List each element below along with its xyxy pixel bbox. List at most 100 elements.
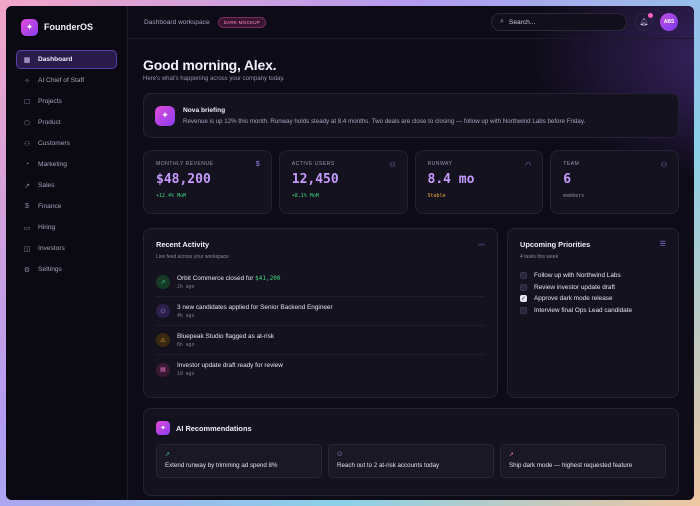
search-input[interactable]: ⌕ Search...: [491, 13, 627, 31]
mockup-badge: DARK MOCKUP: [217, 16, 267, 28]
list-item[interactable]: ⚇ 3 new candidates applied for Senior Ba…: [156, 297, 485, 326]
task-checkbox[interactable]: [520, 272, 527, 280]
gear-icon: ⚙: [23, 266, 31, 274]
task-checkbox-checked[interactable]: ✓: [520, 295, 527, 303]
folder-icon: ☐: [23, 98, 31, 106]
list-icon: ☰: [659, 241, 666, 248]
recommendation-text: Extend runway by trimming ad spend 8%: [165, 462, 278, 469]
briefing-title: Nova briefing: [183, 106, 226, 114]
sidebar-item-sales[interactable]: ↗ Sales: [16, 176, 117, 195]
sidebar: ✦ FounderOS ▦ Dashboard ✧ AI Chief of St…: [6, 6, 128, 500]
list-item[interactable]: ▤ Investor update draft ready for review…: [156, 355, 485, 384]
stat-label: MONTHLY REVENUE: [156, 161, 214, 167]
pulse-icon: 〰: [478, 242, 485, 249]
rocket-icon: ➚: [509, 452, 515, 458]
briefcase-icon: ▭: [23, 224, 31, 232]
sidebar-item-marketing[interactable]: ◔ Marketing: [16, 155, 117, 174]
recommendation-card[interactable]: ↗ Extend runway by trimming ad spend 8%: [156, 444, 322, 478]
sparkle-icon: ✦: [156, 421, 170, 435]
activity-time: 2h ago: [177, 284, 195, 290]
task-checkbox[interactable]: [520, 306, 527, 314]
page-title: Good morning, Alex.: [143, 57, 277, 73]
users-icon: ⚇: [389, 162, 396, 169]
sidebar-item-dashboard[interactable]: ▦ Dashboard: [16, 50, 117, 69]
activity-list: ↗ Orbit Commerce closed for $41,200 2h a…: [156, 268, 485, 384]
sparkle-icon: ✦: [155, 105, 175, 126]
topbar: Dashboard workspace DARK MOCKUP ⌕ Search…: [128, 6, 694, 39]
recommendation-card[interactable]: ➚ Ship dark mode — highest requested fea…: [500, 444, 666, 478]
section-title: AI Recommendations: [176, 423, 252, 433]
stat-delta: +8.1% MoM: [291, 193, 319, 199]
task-checkbox[interactable]: [520, 283, 527, 291]
activity-text: Investor update draft ready for review: [177, 362, 283, 369]
stats-row: MONTHLY REVENUE $ $48,200 +12.4% MoM ACT…: [143, 150, 679, 214]
stat-card-runway[interactable]: RUNWAY ◠ 8.4 mo Stable: [414, 150, 544, 214]
activity-time: 1d ago: [177, 372, 195, 377]
stat-value: 6: [563, 172, 572, 187]
avatar[interactable]: ABS: [660, 13, 678, 31]
brand[interactable]: ✦ FounderOS: [21, 18, 117, 36]
sparkle-icon: ✧: [24, 77, 30, 85]
users-icon: ⚇: [337, 452, 343, 458]
nova-briefing-card: ✦ Nova briefing Revenue is up 12% this m…: [143, 93, 679, 138]
sidebar-item-product[interactable]: ⬡ Product: [16, 113, 117, 132]
sidebar-item-investors[interactable]: ◫ Investors: [16, 239, 117, 258]
search-placeholder: Search...: [508, 18, 536, 26]
brand-name: FounderOS: [44, 22, 93, 32]
megaphone-icon: ◔: [24, 161, 30, 168]
search-icon: ⌕: [500, 18, 504, 25]
stat-card-active-users[interactable]: ACTIVE USERS ⚇ 12,450 +8.1% MoM: [278, 150, 408, 214]
recommendation-card[interactable]: ⚇ Reach out to 2 at-risk accounts today: [328, 444, 494, 478]
grid-icon: ▦: [23, 56, 31, 64]
dashboard-content: Good morning, Alex. Here's what's happen…: [128, 57, 694, 496]
document-icon: ▤: [156, 362, 170, 377]
activity-priorities-row: Recent Activity Live feed across your wo…: [143, 228, 679, 398]
stat-delta: +12.4% MoM: [156, 193, 187, 199]
task-label: Follow up with Northwind Labs: [534, 272, 621, 280]
stat-card-monthly-revenue[interactable]: MONTHLY REVENUE $ $48,200 +12.4% MoM: [143, 150, 272, 214]
warning-icon: ⚠: [156, 333, 170, 347]
list-item[interactable]: ⚠ Bluepeak Studio flagged as at-risk 6h …: [156, 326, 485, 355]
task-label: Approve dark mode release: [534, 295, 613, 303]
section-title: Upcoming Priorities: [520, 240, 591, 249]
recommendation-text: Ship dark mode — highest requested featu…: [509, 462, 633, 469]
list-item[interactable]: ↗ Orbit Commerce closed for $41,200 2h a…: [156, 268, 485, 297]
sidebar-item-finance[interactable]: $ Finance: [16, 197, 117, 216]
activity-time: 6h ago: [177, 342, 195, 348]
notification-dot: [648, 13, 653, 18]
sidebar-item-label: Customers: [38, 140, 70, 147]
sidebar-item-label: Settings: [38, 266, 62, 273]
sidebar-nav: ▦ Dashboard ✧ AI Chief of Staff ☐ Projec…: [16, 50, 117, 279]
sidebar-item-customers[interactable]: ⚇ Customers: [16, 134, 117, 153]
ai-recommendations-card: ✦ AI Recommendations ↗ Extend runway by …: [143, 408, 679, 496]
section-title: Recent Activity: [156, 240, 210, 249]
sidebar-item-settings[interactable]: ⚙ Settings: [16, 260, 117, 279]
list-item: Review investor update draft: [520, 282, 666, 294]
recommendation-list: ↗ Extend runway by trimming ad spend 8% …: [156, 444, 666, 478]
users-icon: ⚇: [156, 304, 170, 318]
sidebar-item-label: AI Chief of Staff: [38, 77, 85, 84]
investor-icon: ◫: [23, 245, 31, 253]
stat-label: ACTIVE USERS: [291, 161, 335, 167]
stat-card-team[interactable]: TEAM ⚇ 6 members: [550, 150, 679, 214]
stat-delta: Stable: [427, 193, 446, 199]
gauge-icon: ◠: [525, 162, 532, 169]
activity-text: Orbit Commerce closed for $41,200: [177, 274, 281, 282]
stat-delta: members: [563, 193, 585, 199]
recommendation-text: Reach out to 2 at-risk accounts today: [337, 462, 440, 469]
main-area: Dashboard workspace DARK MOCKUP ⌕ Search…: [128, 6, 694, 500]
cube-icon: ⬡: [23, 119, 31, 127]
trend-icon: ↗: [156, 275, 170, 289]
sidebar-item-label: Hiring: [38, 224, 56, 231]
notifications-button[interactable]: 🔔︎: [635, 13, 653, 31]
sidebar-item-label: Investors: [38, 245, 65, 252]
app-window: ✦ FounderOS ▦ Dashboard ✧ AI Chief of St…: [6, 6, 694, 500]
sidebar-item-hiring[interactable]: ▭ Hiring: [16, 218, 117, 237]
activity-text: 3 new candidates applied for Senior Back…: [177, 303, 333, 311]
page-subtitle: Here's what's happening across your comp…: [143, 76, 285, 82]
list-item: ✓ Approve dark mode release: [520, 293, 666, 305]
sidebar-item-ai-chief-of-staff[interactable]: ✧ AI Chief of Staff: [16, 71, 117, 90]
sidebar-item-projects[interactable]: ☐ Projects: [16, 92, 117, 111]
stat-value: 8.4 mo: [427, 172, 475, 187]
trend-icon: ↗: [165, 452, 171, 458]
